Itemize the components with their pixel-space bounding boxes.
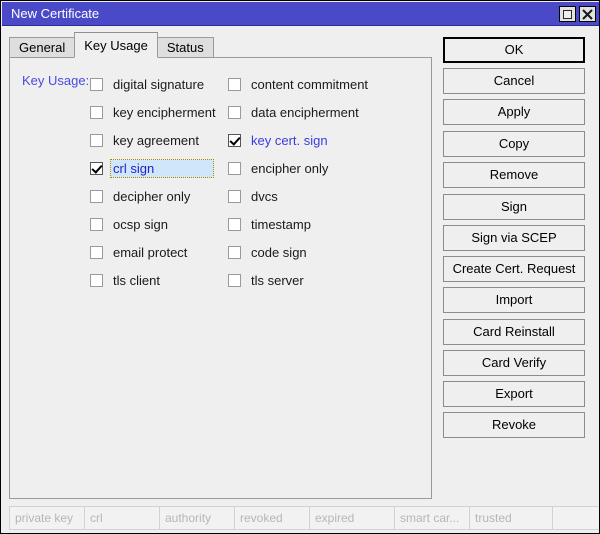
remove-button[interactable]: Remove [443, 162, 585, 188]
checkbox-row-digital-signature[interactable]: digital signature [90, 70, 218, 98]
title-bar: New Certificate [2, 2, 599, 26]
status-smart-card: smart car... [394, 506, 470, 530]
window-title: New Certificate [11, 6, 100, 21]
checkbox-email-protect[interactable] [90, 245, 103, 259]
key-usage-right-column: content commitment data encipherment key… [228, 70, 370, 294]
checkbox-label-dvcs[interactable]: dvcs [249, 188, 280, 205]
checkbox-key-cert-sign[interactable] [228, 133, 241, 147]
checkbox-row-encipher-only[interactable]: encipher only [228, 154, 370, 182]
status-expired: expired [309, 506, 395, 530]
status-revoked: revoked [234, 506, 310, 530]
checkbox-code-sign[interactable] [228, 245, 241, 259]
sign-via-scep-button[interactable]: Sign via SCEP [443, 225, 585, 251]
checkbox-row-decipher-only[interactable]: decipher only [90, 182, 218, 210]
status-bar: private key crl authority revoked expire… [9, 506, 599, 530]
checkbox-row-key-cert-sign[interactable]: key cert. sign [228, 126, 370, 154]
sign-button[interactable]: Sign [443, 194, 585, 220]
checkbox-decipher-only[interactable] [90, 189, 103, 203]
checkbox-key-encipherment[interactable] [90, 105, 103, 119]
close-icon [582, 8, 593, 20]
checkbox-row-email-protect[interactable]: email protect [90, 238, 218, 266]
checkbox-timestamp[interactable] [228, 217, 241, 231]
checkbox-label-decipher-only[interactable]: decipher only [111, 188, 192, 205]
maximize-icon [563, 9, 572, 19]
checkbox-crl-sign[interactable] [90, 161, 103, 175]
checkbox-label-content-commitment[interactable]: content commitment [249, 76, 370, 93]
checkbox-ocsp-sign[interactable] [90, 217, 103, 231]
checkbox-label-data-encipherment[interactable]: data encipherment [249, 104, 361, 121]
close-button[interactable] [579, 6, 596, 22]
status-authority: authority [159, 506, 235, 530]
checkbox-label-code-sign[interactable]: code sign [249, 244, 309, 261]
checkbox-label-key-agreement[interactable]: key agreement [111, 132, 201, 149]
import-button[interactable]: Import [443, 287, 585, 313]
checkbox-row-ocsp-sign[interactable]: ocsp sign [90, 210, 218, 238]
cancel-button[interactable]: Cancel [443, 68, 585, 94]
checkbox-label-key-cert-sign[interactable]: key cert. sign [249, 132, 330, 149]
checkbox-content-commitment[interactable] [228, 77, 241, 91]
checkbox-label-email-protect[interactable]: email protect [111, 244, 189, 261]
checkbox-label-crl-sign[interactable]: crl sign [110, 158, 214, 178]
checkbox-row-tls-client[interactable]: tls client [90, 266, 218, 294]
checkbox-row-code-sign[interactable]: code sign [228, 238, 370, 266]
key-usage-label: Key Usage: [22, 73, 90, 88]
key-usage-left-column: digital signature key encipherment key a… [90, 70, 218, 294]
apply-button[interactable]: Apply [443, 99, 585, 125]
action-button-panel: OK Cancel Apply Copy Remove Sign Sign vi… [443, 37, 585, 443]
certificate-dialog-window: New Certificate General Key Usage Status… [0, 0, 600, 534]
card-reinstall-button[interactable]: Card Reinstall [443, 319, 585, 345]
status-private-key: private key [9, 506, 85, 530]
status-crl: crl [84, 506, 160, 530]
checkbox-label-encipher-only[interactable]: encipher only [249, 160, 330, 177]
checkbox-row-crl-sign[interactable]: crl sign [90, 154, 218, 182]
ok-button[interactable]: OK [443, 37, 585, 63]
export-button[interactable]: Export [443, 381, 585, 407]
checkbox-row-timestamp[interactable]: timestamp [228, 210, 370, 238]
checkbox-row-dvcs[interactable]: dvcs [228, 182, 370, 210]
checkbox-data-encipherment[interactable] [228, 105, 241, 119]
checkbox-label-digital-signature[interactable]: digital signature [111, 76, 206, 93]
checkbox-row-key-encipherment[interactable]: key encipherment [90, 98, 218, 126]
checkbox-tls-server[interactable] [228, 273, 241, 287]
checkbox-row-content-commitment[interactable]: content commitment [228, 70, 370, 98]
tab-general[interactable]: General [9, 37, 76, 58]
maximize-button[interactable] [559, 6, 576, 22]
checkbox-label-tls-server[interactable]: tls server [249, 272, 306, 289]
revoke-button[interactable]: Revoke [443, 412, 585, 438]
copy-button[interactable]: Copy [443, 131, 585, 157]
key-usage-panel: Key Usage: digital signature key enciphe… [9, 57, 432, 499]
checkbox-row-key-agreement[interactable]: key agreement [90, 126, 218, 154]
checkbox-label-tls-client[interactable]: tls client [111, 272, 162, 289]
checkbox-label-timestamp[interactable]: timestamp [249, 216, 313, 233]
status-empty [552, 506, 599, 530]
tab-strip: General Key Usage Status [9, 32, 214, 58]
checkbox-row-tls-server[interactable]: tls server [228, 266, 370, 294]
checkbox-tls-client[interactable] [90, 273, 103, 287]
tab-key-usage[interactable]: Key Usage [74, 32, 158, 58]
checkbox-label-ocsp-sign[interactable]: ocsp sign [111, 216, 170, 233]
checkbox-key-agreement[interactable] [90, 133, 103, 147]
checkbox-digital-signature[interactable] [90, 77, 103, 91]
checkbox-row-data-encipherment[interactable]: data encipherment [228, 98, 370, 126]
create-cert-request-button[interactable]: Create Cert. Request [443, 256, 585, 282]
card-verify-button[interactable]: Card Verify [443, 350, 585, 376]
status-trusted: trusted [469, 506, 553, 530]
tab-status[interactable]: Status [156, 37, 214, 58]
checkbox-dvcs[interactable] [228, 189, 241, 203]
checkbox-encipher-only[interactable] [228, 161, 241, 175]
checkbox-label-key-encipherment[interactable]: key encipherment [111, 104, 218, 121]
